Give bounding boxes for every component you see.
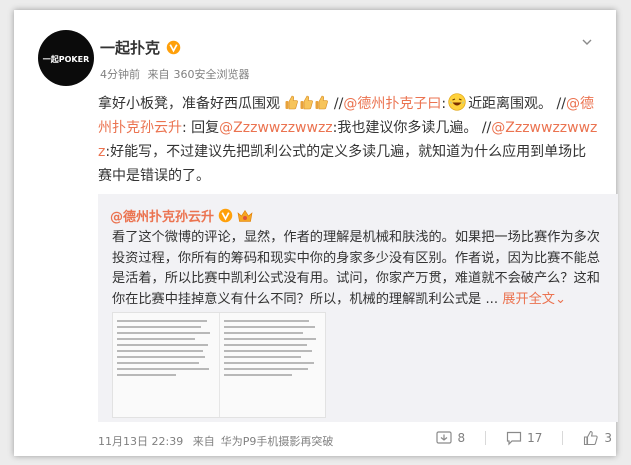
repost-box[interactable]: @德州扑克孙云升 看了这个微博的评论，显然，作者的理解是机械和肤浅的。如果把一场… (98, 194, 618, 422)
source-prefix: 来自 (192, 435, 215, 448)
post-content: 拿好小板凳，准备好西瓜围观 //@德州扑克子曰: 近距离围观。 //@德州扑克孙云… (98, 92, 598, 188)
repost-separator: // (333, 96, 344, 112)
comment-count: 17 (527, 431, 543, 445)
repost-image[interactable] (112, 312, 326, 418)
thumbs-up-icon (285, 95, 299, 110)
post-text-3: : 回复 (182, 120, 220, 136)
post-source[interactable]: 360安全浏览器 (174, 68, 250, 81)
image-column (220, 313, 326, 417)
laughing-icon (448, 93, 466, 111)
comment-button[interactable]: 17 (506, 430, 542, 446)
post-text-2: 近距离围观。 (468, 96, 553, 112)
verified-badge-icon[interactable] (218, 208, 233, 223)
repost-separator: // (477, 120, 492, 136)
poker-logo: 一起POKER (43, 54, 90, 64)
post-text-5: :好能写，不过建议先把凯利公式的定义多读几遍，就知道为什么应用到单场比赛中是错误… (98, 144, 587, 184)
repost-author[interactable]: @德州扑克孙云升 (110, 206, 214, 225)
weibo-card: 一起POKER 一起扑克 4分钟前 来自 360安全浏览器 拿好小板凳，准备好西瓜… (14, 10, 618, 456)
divider (562, 431, 564, 445)
repost-meta: 11月13日 22:39 来自 华为P9手机摄影再突破 (98, 433, 339, 449)
mention-link[interactable]: @Zzzwwzzwwzz (219, 120, 332, 136)
thumbs-up-icon (315, 95, 329, 110)
repost-button[interactable]: 8 (436, 430, 465, 446)
author-row: 一起扑克 (100, 37, 181, 58)
verified-badge-icon[interactable] (166, 40, 181, 55)
repost-icon (436, 431, 453, 444)
source-prefix: 来自 (147, 68, 170, 81)
post-colon: : (441, 96, 447, 112)
repost-source[interactable]: 华为P9手机摄影再突破 (221, 435, 334, 448)
post-text-1: 拿好小板凳，准备好西瓜围观 (98, 96, 280, 112)
author-name[interactable]: 一起扑克 (100, 37, 160, 58)
post-meta: 4分钟前 来自 360安全浏览器 (100, 66, 254, 82)
repost-content: 看了这个微博的评论，显然，作者的理解是机械和肤浅的。如果把一场比赛作为多次投资过… (112, 228, 612, 310)
chevron-down-icon[interactable] (582, 37, 592, 47)
thumbs-up-outline-icon (584, 430, 599, 446)
expand-link[interactable]: 展开全文⌄ (502, 292, 566, 307)
image-column (113, 313, 220, 417)
mention-link[interactable]: @德州扑克子曰 (343, 96, 441, 112)
vip-crown-icon[interactable] (237, 209, 253, 223)
like-button[interactable]: 3 (583, 430, 612, 446)
post-text-4: :我也建议你多读几遍。 (332, 120, 478, 136)
chevron-down-icon: ⌄ (554, 291, 567, 307)
avatar[interactable]: 一起POKER (38, 30, 94, 86)
thumbs-up-icon (300, 95, 314, 110)
repost-count: 8 (457, 431, 466, 445)
repost-author-row: @德州扑克孙云升 (110, 206, 253, 225)
repost-date[interactable]: 11月13日 22:39 (98, 435, 183, 448)
comment-icon (506, 431, 522, 446)
post-time[interactable]: 4分钟前 (100, 68, 140, 81)
divider (485, 431, 487, 445)
like-count: 3 (604, 431, 612, 445)
avatar-logo-text: 一起POKER (43, 54, 90, 64)
post-footer: 11月13日 22:39 来自 华为P9手机摄影再突破 8 17 3 (98, 430, 618, 450)
action-bar: 8 17 3 (436, 430, 612, 446)
repost-separator: // (552, 96, 566, 112)
expand-label[interactable]: 展开全文 (502, 292, 555, 307)
